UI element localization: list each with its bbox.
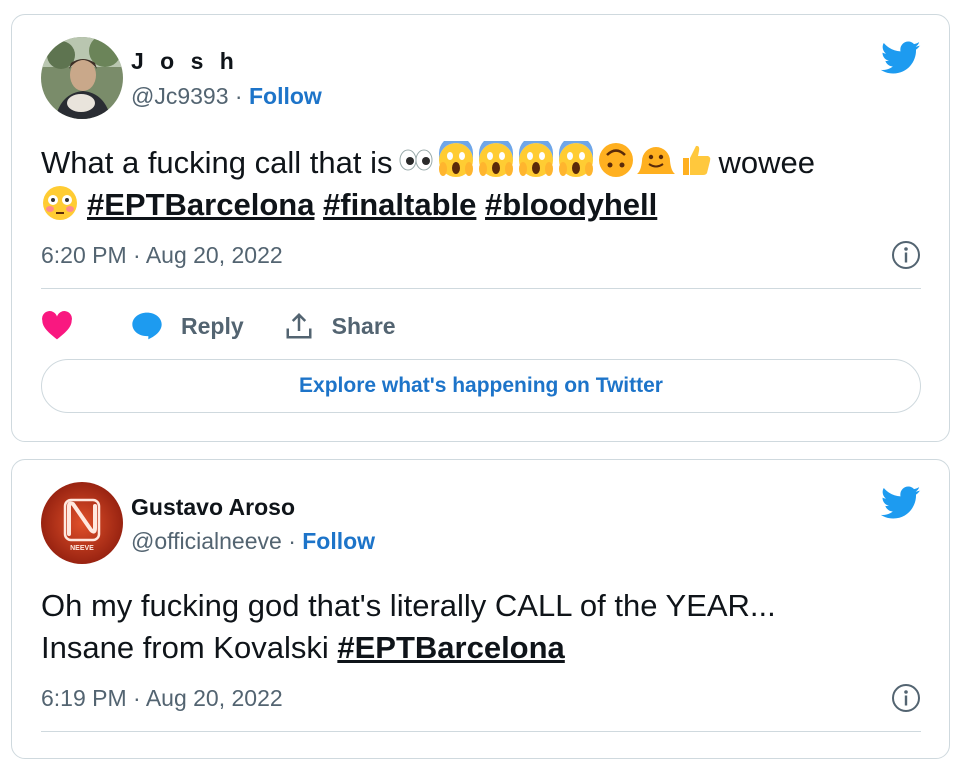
- thumbs-up-emoji-icon: [682, 145, 710, 175]
- tweet-actions: Reply Share: [41, 309, 396, 343]
- scream-emoji-icon: [478, 141, 513, 177]
- author-handle[interactable]: @officialneeve: [131, 528, 282, 554]
- tweet-text-line: Oh my fucking god that's literally CALL …: [41, 588, 776, 623]
- share-button[interactable]: Share: [284, 311, 396, 341]
- info-icon[interactable]: [891, 240, 921, 270]
- explore-button[interactable]: Explore what's happening on Twitter: [41, 359, 921, 413]
- melting-face-emoji-icon: [636, 147, 675, 174]
- upside-down-face-emoji-icon: [598, 143, 633, 177]
- avatar[interactable]: NEEVE: [41, 482, 123, 564]
- hashtag-link[interactable]: #EPTBarcelona: [87, 187, 314, 222]
- tweet-card: NEEVE Gustavo Aroso @officialneeve · Fol…: [11, 459, 950, 759]
- author-name[interactable]: J o s h: [131, 48, 239, 75]
- hashtag-link[interactable]: #finaltable: [323, 187, 476, 222]
- author-handle[interactable]: @Jc9393: [131, 83, 229, 109]
- emoji-row: [397, 141, 715, 179]
- tweet-text-part: What a fucking call that is: [41, 145, 393, 180]
- separator: ·: [288, 528, 296, 554]
- tweet-timestamp[interactable]: 6:19 PM · Aug 20, 2022: [41, 685, 283, 712]
- tweet-text-part: wowee: [718, 145, 816, 180]
- reply-button[interactable]: Reply: [131, 311, 244, 341]
- avatar-logo-text: NEEVE: [70, 545, 94, 552]
- like-button[interactable]: [41, 311, 73, 341]
- tweet-timestamp[interactable]: 6:20 PM · Aug 20, 2022: [41, 242, 283, 269]
- twitter-bird-icon[interactable]: [881, 41, 921, 75]
- divider: [41, 288, 921, 289]
- reply-label: Reply: [181, 312, 244, 339]
- info-icon[interactable]: [891, 683, 921, 713]
- avatar[interactable]: [41, 37, 123, 119]
- eyes-emoji-icon: [399, 149, 432, 171]
- scream-emoji-icon: [518, 141, 553, 177]
- share-label: Share: [331, 312, 396, 339]
- tweet-text: Oh my fucking god that's literally CALL …: [41, 585, 931, 669]
- hashtag-link[interactable]: #EPTBarcelona: [337, 630, 564, 665]
- share-icon: [286, 312, 312, 339]
- author-handle-row: @Jc9393 · Follow: [131, 83, 322, 110]
- author-name[interactable]: Gustavo Aroso: [131, 494, 295, 521]
- scream-emoji-icon: [438, 141, 473, 177]
- scream-emoji-icon: [558, 141, 593, 177]
- hashtag-link[interactable]: #bloodyhell: [485, 187, 657, 222]
- reply-bubble-icon: [132, 312, 162, 340]
- heart-icon: [42, 311, 72, 340]
- follow-button[interactable]: Follow: [302, 528, 375, 554]
- follow-button[interactable]: Follow: [249, 83, 322, 109]
- divider: [41, 731, 921, 732]
- flushed-face-emoji-icon: [43, 186, 77, 220]
- tweet-card: J o s h @Jc9393 · Follow What a fucking …: [11, 14, 950, 442]
- tweet-text-line: Insane from Kovalski: [41, 630, 329, 665]
- twitter-bird-icon[interactable]: [881, 486, 921, 520]
- author-handle-row: @officialneeve · Follow: [131, 528, 375, 555]
- separator: ·: [234, 83, 243, 109]
- tweet-text: What a fucking call that is wowee #EPTBa…: [41, 141, 931, 226]
